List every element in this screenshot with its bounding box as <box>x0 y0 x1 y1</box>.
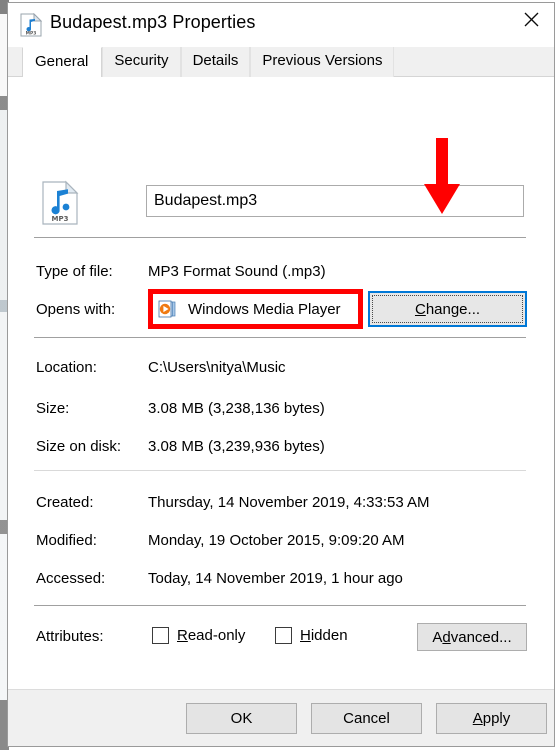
tab-strip-filler <box>394 47 554 77</box>
dialog-button-bar: OK Cancel Apply <box>8 689 554 746</box>
separator-3 <box>34 470 526 471</box>
hidden-mnemonic: H <box>300 627 311 644</box>
size-value: 3.08 MB (3,238,136 bytes) <box>148 400 325 417</box>
svg-text:MP3: MP3 <box>52 215 69 223</box>
readonly-mnemonic: R <box>177 627 188 644</box>
close-button[interactable] <box>508 3 554 35</box>
created-label: Created: <box>36 494 94 511</box>
accessed-label: Accessed: <box>36 570 106 587</box>
change-button[interactable]: Change... <box>368 291 527 327</box>
filename-input[interactable] <box>146 185 524 217</box>
separator-1 <box>34 237 526 238</box>
hidden-checkbox-group[interactable]: Hidden <box>275 627 348 644</box>
tab-details[interactable]: Details <box>180 47 251 77</box>
apply-mnemonic: A <box>472 710 483 727</box>
properties-dialog: MP3 Budapest.mp3 Properties General Secu… <box>7 2 555 747</box>
readonly-label: Read-only <box>177 627 245 644</box>
tab-strip: General Security Details Previous Versio… <box>8 47 554 77</box>
type-of-file-value: MP3 Format Sound (.mp3) <box>148 263 326 280</box>
svg-text:MP3: MP3 <box>26 30 37 36</box>
hidden-text: idden <box>310 627 348 644</box>
size-label: Size: <box>36 400 70 417</box>
separator-4 <box>34 605 526 606</box>
size-on-disk-value: 3.08 MB (3,239,936 bytes) <box>148 438 325 455</box>
general-tab-panel: MP3 Type of file: MP3 Format Sound (.mp3… <box>8 77 554 689</box>
created-value: Thursday, 14 November 2019, 4:33:53 AM <box>148 494 430 511</box>
opens-with-app-label: Windows Media Player <box>188 300 341 318</box>
mp3-file-icon: MP3 <box>20 13 42 37</box>
apply-button[interactable]: Apply <box>436 703 547 734</box>
windows-media-player-icon <box>158 300 176 318</box>
accessed-value: Today, 14 November 2019, 1 hour ago <box>148 570 403 587</box>
location-value: C:\Users\nitya\Music <box>148 359 286 376</box>
tab-general[interactable]: General <box>22 47 103 77</box>
window-title: Budapest.mp3 Properties <box>50 12 256 32</box>
advanced-text: vanced... <box>450 628 512 646</box>
modified-value: Monday, 19 October 2015, 9:09:20 AM <box>148 532 405 549</box>
cancel-button[interactable]: Cancel <box>311 703 422 734</box>
hidden-label: Hidden <box>300 627 348 644</box>
title-bar: MP3 Budapest.mp3 Properties <box>8 3 554 47</box>
ok-button[interactable]: OK <box>186 703 297 734</box>
location-label: Location: <box>36 359 97 376</box>
mp3-file-icon-large: MP3 <box>42 180 79 225</box>
size-on-disk-label: Size on disk: <box>36 438 122 455</box>
change-button-text: hange... <box>425 300 481 318</box>
type-of-file-label: Type of file: <box>36 263 113 280</box>
attributes-label: Attributes: <box>36 628 104 645</box>
advanced-mnemonic: d <box>442 628 451 646</box>
close-icon <box>524 12 538 26</box>
advanced-prefix: A <box>432 628 443 646</box>
apply-text: pply <box>482 710 511 727</box>
change-button-mnemonic: C <box>414 300 426 318</box>
separator-2 <box>34 337 526 338</box>
opens-with-label: Opens with: <box>36 301 116 318</box>
readonly-text: ead-only <box>187 627 246 644</box>
hidden-checkbox[interactable] <box>275 627 292 644</box>
readonly-checkbox-group[interactable]: Read-only <box>152 627 245 644</box>
tab-security[interactable]: Security <box>102 47 181 77</box>
advanced-button[interactable]: Ad vanced... <box>417 623 527 651</box>
tab-previous-versions[interactable]: Previous Versions <box>250 47 395 77</box>
modified-label: Modified: <box>36 532 97 549</box>
readonly-checkbox[interactable] <box>152 627 169 644</box>
change-button-label: Change... <box>415 301 480 318</box>
opens-with-app: Windows Media Player <box>158 298 341 320</box>
